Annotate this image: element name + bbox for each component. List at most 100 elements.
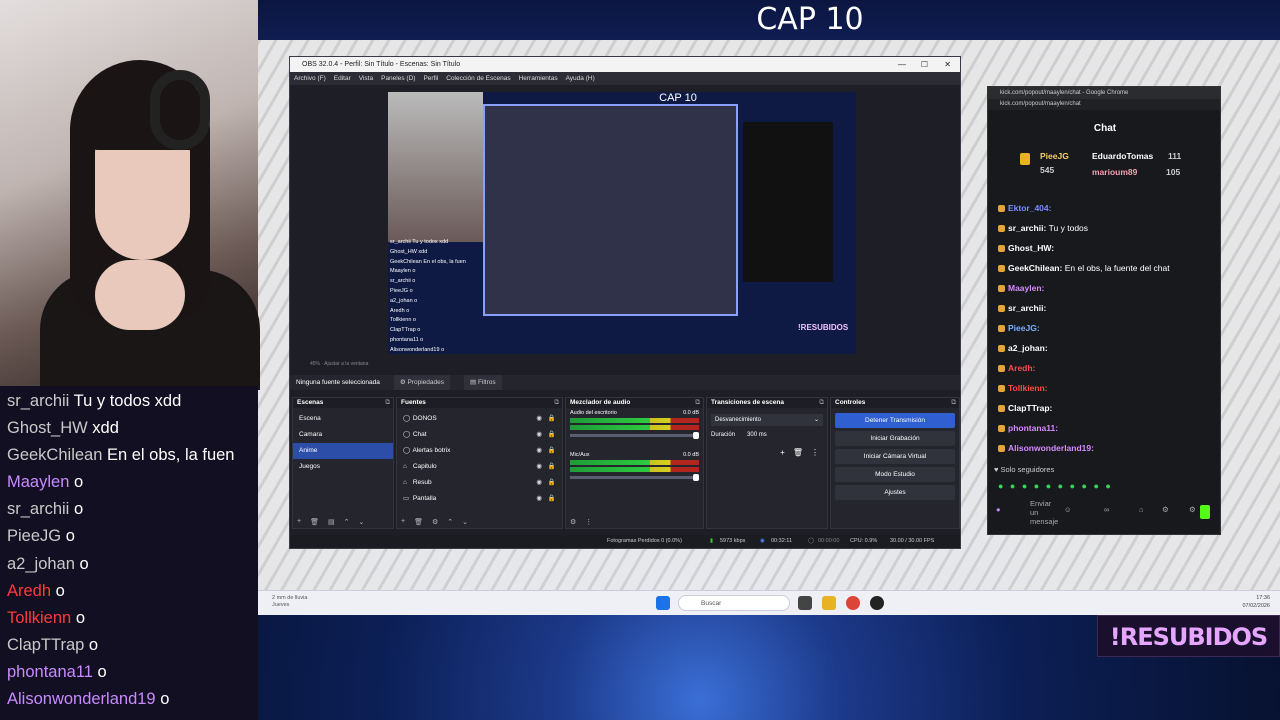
- settings-icon[interactable]: ⚙: [570, 518, 576, 526]
- control-button[interactable]: Modo Estudio: [835, 467, 955, 482]
- up-icon[interactable]: ⌃: [344, 518, 350, 526]
- menu-item[interactable]: Herramientas: [519, 72, 558, 85]
- chat-username[interactable]: phontana11:: [1008, 423, 1058, 433]
- minimize-icon[interactable]: —: [898, 57, 906, 72]
- source-item[interactable]: ⌂ Resub ◉ 🔒: [397, 475, 562, 491]
- weather-widget[interactable]: 2 mm de lluvia Jueves: [272, 595, 307, 609]
- chat-text: o: [160, 690, 170, 709]
- add-icon[interactable]: +: [297, 518, 301, 526]
- maximize-icon[interactable]: ☐: [921, 57, 928, 72]
- infinity-icon[interactable]: ∞: [1104, 505, 1109, 514]
- menu-item[interactable]: Paneles (D): [381, 72, 415, 85]
- transition-select[interactable]: Desvanecimiento ⌄: [711, 414, 823, 426]
- chat-username[interactable]: GeekChilean:: [1008, 263, 1062, 273]
- filter-icon[interactable]: ▤: [328, 518, 335, 526]
- mic-icon[interactable]: ●: [996, 505, 1001, 514]
- dock-menu-icon[interactable]: ⧉: [951, 398, 956, 408]
- lock-icon[interactable]: 🔒: [548, 491, 556, 507]
- chat-username[interactable]: Alisonwonderland19:: [1008, 443, 1094, 453]
- lock-icon[interactable]: 🔒: [548, 411, 556, 427]
- emote-bar[interactable]: ● ● ● ● ● ● ● ● ● ●: [998, 481, 1113, 491]
- chat-username[interactable]: PieeJG:: [1008, 323, 1040, 333]
- eye-icon[interactable]: ◉: [536, 427, 542, 443]
- add-icon[interactable]: +: [401, 518, 405, 526]
- windows-start-icon[interactable]: [656, 596, 670, 610]
- chat-username[interactable]: Tollkienn:: [1008, 383, 1048, 393]
- chat-username[interactable]: Ektor_404:: [1008, 203, 1051, 213]
- menu-item[interactable]: Ayuda (H): [566, 72, 595, 85]
- eye-icon[interactable]: ◉: [536, 459, 542, 475]
- more-icon[interactable]: ⋮: [585, 518, 592, 526]
- remove-icon[interactable]: 🗑: [310, 518, 319, 526]
- menu-item[interactable]: Colección de Escenas: [446, 72, 510, 85]
- properties-button[interactable]: ⚙ Propiedades: [393, 375, 450, 390]
- chat-username[interactable]: a2_johan:: [1008, 343, 1048, 353]
- address-bar[interactable]: kick.com/popout/maaylen/chat: [988, 99, 1220, 110]
- source-item[interactable]: ▭ Pantalla ◉ 🔒: [397, 491, 562, 507]
- eye-icon[interactable]: ◉: [536, 411, 542, 427]
- eye-icon[interactable]: ◉: [536, 475, 542, 491]
- chat-input[interactable]: ● Enviar un mensaje ☺ ∞ ⌂ ⚙ ⚙: [994, 499, 1214, 526]
- dock-menu-icon[interactable]: ⧉: [554, 398, 559, 408]
- badge-icon: [998, 325, 1005, 333]
- taskbar-search[interactable]: Buscar: [678, 595, 790, 611]
- settings-icon[interactable]: ⚙: [1162, 505, 1169, 514]
- store-icon[interactable]: ⌂: [1139, 505, 1144, 514]
- scene-item[interactable]: Juegos: [293, 459, 393, 475]
- chat-username[interactable]: sr_archii:: [1008, 303, 1046, 313]
- lock-icon[interactable]: 🔒: [548, 427, 556, 443]
- chrome-icon[interactable]: [846, 596, 860, 610]
- duration-value[interactable]: 300 ms: [747, 432, 767, 438]
- scene-item[interactable]: Anime: [293, 443, 393, 459]
- volume-slider[interactable]: [570, 432, 699, 439]
- emoji-icon[interactable]: ☺: [1064, 505, 1072, 514]
- chat-username[interactable]: Ghost_HW:: [1008, 243, 1054, 253]
- remove-icon[interactable]: 🗑: [414, 518, 423, 526]
- control-button[interactable]: Detener Transmisión: [835, 413, 955, 428]
- menu-item[interactable]: Editar: [334, 72, 351, 85]
- source-item[interactable]: ◯ Alertas botrix ◉ 🔒: [397, 443, 562, 459]
- filters-button[interactable]: ▤ Filtros: [463, 375, 502, 390]
- send-button[interactable]: [1200, 505, 1210, 519]
- gear-icon[interactable]: ⚙: [1189, 505, 1196, 514]
- source-item[interactable]: ◯ Chat ◉ 🔒: [397, 427, 562, 443]
- obs-preview[interactable]: CAP 10 sr_archii Tu y todos xdd Ghost_HW …: [388, 92, 856, 354]
- scene-item[interactable]: Escena: [293, 411, 393, 427]
- file-explorer-icon[interactable]: [822, 596, 836, 610]
- source-name: DONOS: [412, 415, 437, 422]
- chat-username[interactable]: Maaylen:: [1008, 283, 1044, 293]
- task-view-icon[interactable]: [798, 596, 812, 610]
- menu-item[interactable]: Vista: [359, 72, 373, 85]
- chat-username[interactable]: ClapTTrap:: [1008, 403, 1052, 413]
- source-item[interactable]: ⌂ Capitulo ◉ 🔒: [397, 459, 562, 475]
- up-icon[interactable]: ⌃: [447, 518, 453, 526]
- volume-slider[interactable]: [570, 474, 699, 481]
- lock-icon[interactable]: 🔒: [548, 459, 556, 475]
- add-icon[interactable]: +: [780, 448, 785, 457]
- menu-item[interactable]: Perfil: [423, 72, 438, 85]
- menu-item[interactable]: Archivo (F): [294, 72, 326, 85]
- eye-icon[interactable]: ◉: [536, 491, 542, 507]
- settings-icon[interactable]: ⚙: [432, 518, 438, 526]
- obs-icon[interactable]: [870, 596, 884, 610]
- zoom-bar[interactable]: 45% · Ajustar a la ventana: [290, 359, 960, 369]
- control-button[interactable]: Iniciar Grabación: [835, 431, 955, 446]
- scene-item[interactable]: Camara: [293, 427, 393, 443]
- more-icon[interactable]: ⋮: [811, 448, 819, 457]
- lock-icon[interactable]: 🔒: [548, 443, 556, 459]
- taskbar-clock[interactable]: 17:36 07/02/2026: [1242, 594, 1270, 610]
- control-button[interactable]: Iniciar Cámara Virtual: [835, 449, 955, 464]
- chat-username[interactable]: Aredh:: [1008, 363, 1035, 373]
- dock-menu-icon[interactable]: ⧉: [819, 398, 824, 408]
- control-button[interactable]: Ajustes: [835, 485, 955, 500]
- source-item[interactable]: ◯ DONOS ◉ 🔒: [397, 411, 562, 427]
- dock-menu-icon[interactable]: ⧉: [385, 398, 390, 408]
- close-icon[interactable]: ✕: [944, 57, 951, 72]
- lock-icon[interactable]: 🔒: [548, 475, 556, 491]
- down-icon[interactable]: ⌄: [358, 518, 364, 526]
- down-icon[interactable]: ⌄: [462, 518, 468, 526]
- chat-username[interactable]: sr_archii:: [1008, 223, 1046, 233]
- dock-menu-icon[interactable]: ⧉: [695, 398, 700, 408]
- remove-icon[interactable]: 🗑: [793, 448, 803, 457]
- eye-icon[interactable]: ◉: [536, 443, 542, 459]
